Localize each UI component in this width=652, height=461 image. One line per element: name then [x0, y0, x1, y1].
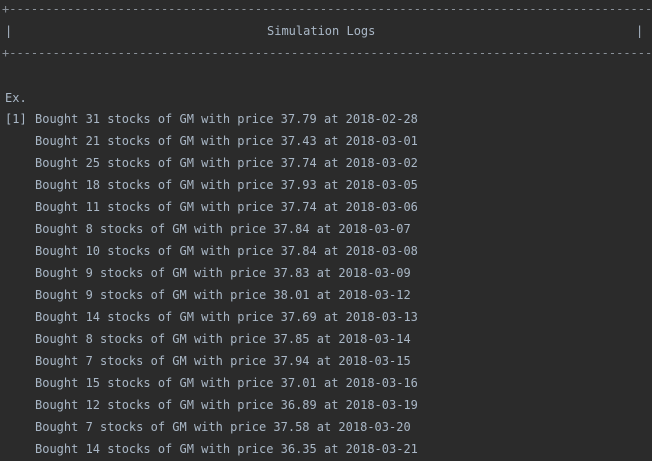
log-entry: Bought 21 stocks of GM with price 37.43 … [35, 134, 418, 148]
log-entry: Bought 10 stocks of GM with price 37.84 … [35, 244, 418, 258]
log-entry: Bought 25 stocks of GM with price 37.74 … [35, 156, 418, 170]
log-entry: Bought 31 stocks of GM with price 37.79 … [35, 112, 418, 126]
console-output[interactable]: +---------------------------------------… [0, 0, 652, 461]
header-right-edge: | [636, 24, 644, 38]
header-top-border: +---------------------------------------… [2, 2, 652, 16]
log-entry: Bought 12 stocks of GM with price 36.89 … [35, 398, 418, 412]
log-entry: Bought 18 stocks of GM with price 37.93 … [35, 178, 418, 192]
log-entry: Bought 14 stocks of GM with price 36.35 … [35, 442, 418, 456]
log-entry: Bought 7 stocks of GM with price 37.58 a… [35, 420, 411, 434]
section-label: Ex. [5, 91, 27, 105]
header-title: Simulation Logs [267, 24, 376, 38]
log-entry: Bought 9 stocks of GM with price 37.83 a… [35, 266, 411, 280]
log-entry: Bought 15 stocks of GM with price 37.01 … [35, 376, 418, 390]
log-entry: Bought 8 stocks of GM with price 37.84 a… [35, 222, 411, 236]
header-left-edge: | [5, 24, 13, 38]
log-entry: Bought 14 stocks of GM with price 37.69 … [35, 310, 418, 324]
header-bottom-border: +---------------------------------------… [2, 46, 652, 60]
log-entry: Bought 11 stocks of GM with price 37.74 … [35, 200, 418, 214]
run-index: [1] [5, 112, 27, 126]
log-entry: Bought 9 stocks of GM with price 38.01 a… [35, 288, 411, 302]
log-entry: Bought 8 stocks of GM with price 37.85 a… [35, 332, 411, 346]
log-entry: Bought 7 stocks of GM with price 37.94 a… [35, 354, 411, 368]
